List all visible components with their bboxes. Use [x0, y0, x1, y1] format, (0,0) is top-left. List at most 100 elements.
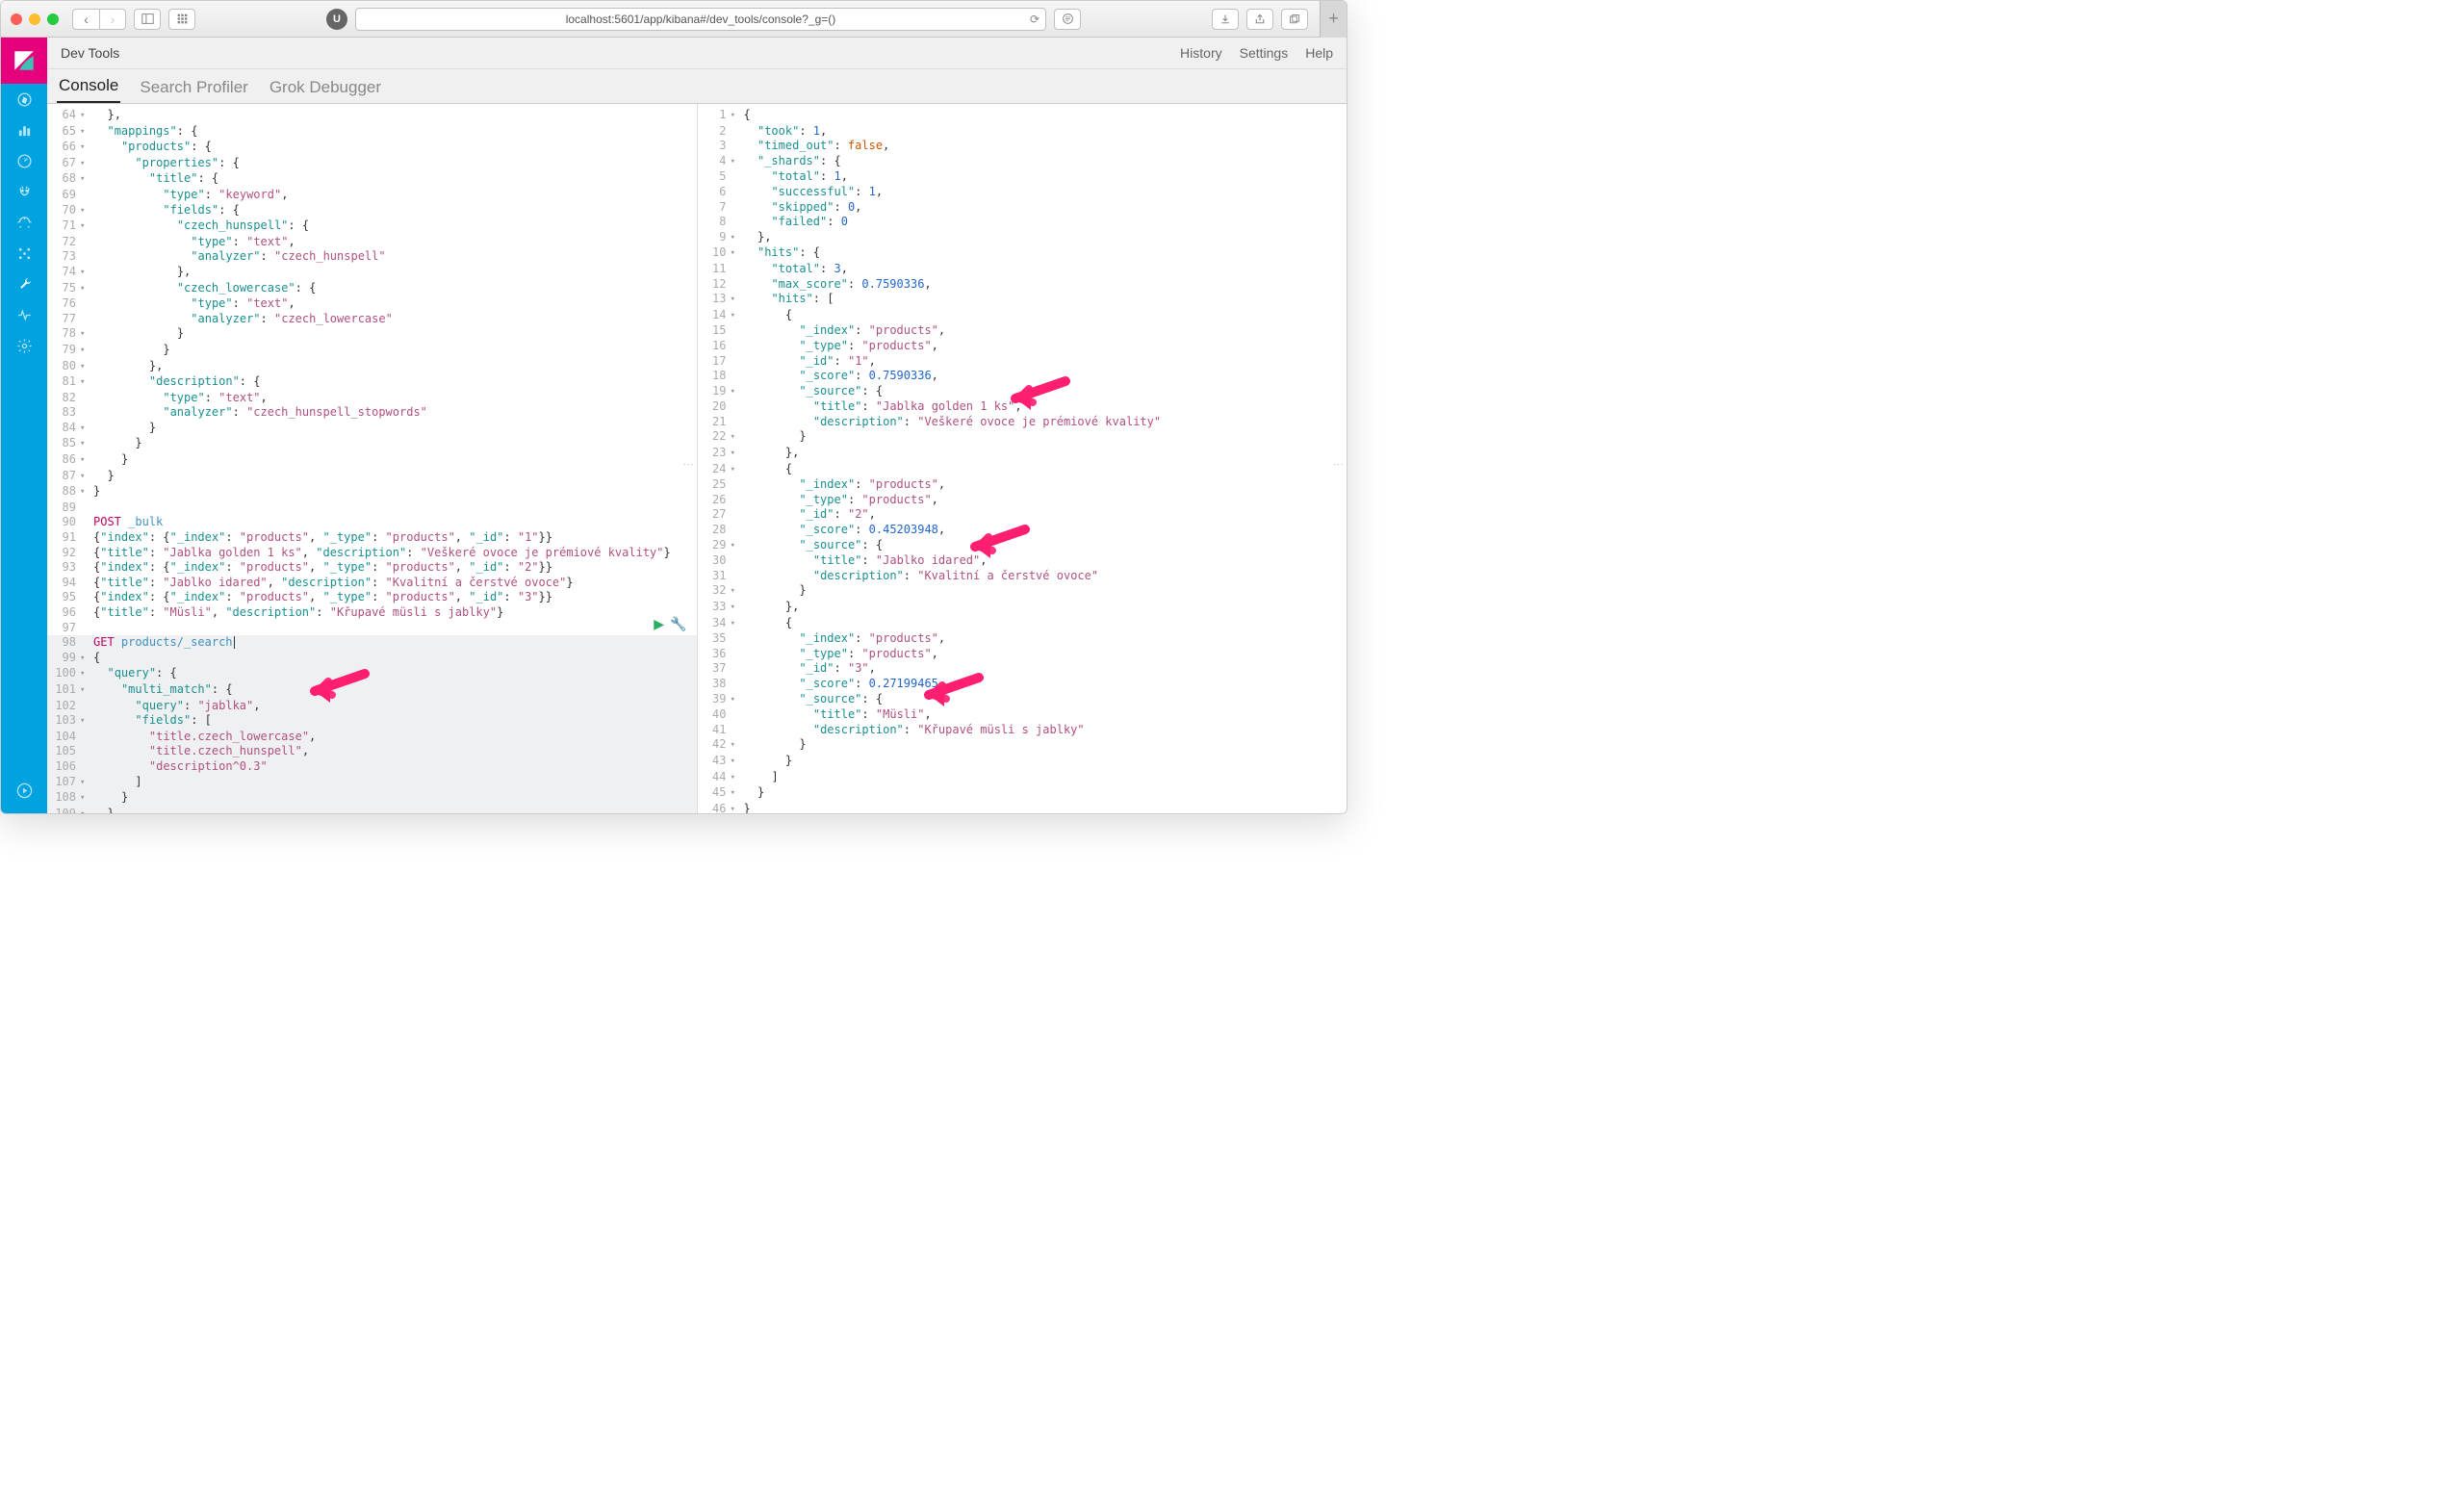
code-line[interactable]: 84▾ }: [47, 421, 697, 437]
code-line[interactable]: 89: [47, 500, 697, 516]
code-line[interactable]: 15 "_index": "products",: [698, 323, 1348, 339]
code-line[interactable]: 29▾ "_source": {: [698, 538, 1348, 554]
code-line[interactable]: 6 "successful": 1,: [698, 185, 1348, 200]
code-line[interactable]: 2 "took": 1,: [698, 124, 1348, 140]
sidebar-toggle-button[interactable]: [134, 9, 161, 30]
apm-icon[interactable]: [1, 207, 47, 238]
code-line[interactable]: 44▾ ]: [698, 770, 1348, 786]
maximize-window-button[interactable]: [47, 13, 59, 25]
play-icon[interactable]: ▶: [654, 616, 664, 632]
code-line[interactable]: 87▾ }: [47, 469, 697, 485]
downloads-button[interactable]: [1212, 9, 1239, 30]
code-line[interactable]: 70▾ "fields": {: [47, 203, 697, 219]
code-line[interactable]: 30 "title": "Jablko idared",: [698, 553, 1348, 569]
visualize-icon[interactable]: [1, 115, 47, 145]
code-line[interactable]: 76 "type": "text",: [47, 296, 697, 312]
code-line[interactable]: 31 "description": "Kvalitní a čerstvé ov…: [698, 569, 1348, 584]
code-line[interactable]: 4▾ "_shards": {: [698, 154, 1348, 170]
code-line[interactable]: 16 "_type": "products",: [698, 339, 1348, 354]
code-line[interactable]: 45▾ }: [698, 785, 1348, 802]
code-line[interactable]: 35 "_index": "products",: [698, 631, 1348, 647]
code-line[interactable]: 26 "_type": "products",: [698, 493, 1348, 508]
minimize-window-button[interactable]: [29, 13, 40, 25]
discover-icon[interactable]: [1, 84, 47, 115]
code-line[interactable]: 36 "_type": "products",: [698, 647, 1348, 662]
code-line[interactable]: 94{"title": "Jablko idared", "descriptio…: [47, 576, 697, 591]
tab-search-profiler[interactable]: Search Profiler: [138, 70, 249, 103]
code-line[interactable]: 103▾ "fields": [: [47, 713, 697, 730]
code-line[interactable]: 105 "title.czech_hunspell",: [47, 744, 697, 759]
tabs-button[interactable]: [1281, 9, 1308, 30]
code-line[interactable]: 10▾ "hits": {: [698, 245, 1348, 262]
code-line[interactable]: 46▾}: [698, 802, 1348, 813]
code-line[interactable]: 64▾ },: [47, 108, 697, 124]
code-line[interactable]: 24▾ {: [698, 462, 1348, 478]
code-line[interactable]: 96{"title": "Müsli", "description": "Křu…: [47, 605, 697, 621]
code-line[interactable]: 41 "description": "Křupavé müsli s jablk…: [698, 723, 1348, 738]
code-line[interactable]: 77 "analyzer": "czech_lowercase": [47, 312, 697, 327]
code-line[interactable]: 78▾ }: [47, 326, 697, 343]
extension-badge[interactable]: U: [326, 9, 347, 30]
address-bar[interactable]: localhost:5601/app/kibana#/dev_tools/con…: [355, 8, 1046, 31]
request-editor[interactable]: 64▾ },65▾ "mappings": {66▾ "products": {…: [47, 104, 697, 813]
code-line[interactable]: 22▾ }: [698, 429, 1348, 446]
code-line[interactable]: 88▾}: [47, 484, 697, 500]
back-button[interactable]: ‹: [72, 9, 99, 30]
code-line[interactable]: 98GET products/_search: [47, 635, 697, 651]
code-line[interactable]: 20 "title": "Jablka golden 1 ks",: [698, 399, 1348, 415]
code-line[interactable]: 12 "max_score": 0.7590336,: [698, 277, 1348, 293]
code-line[interactable]: 93{"index": {"_index": "products", "_typ…: [47, 560, 697, 576]
collapse-icon[interactable]: [1, 775, 47, 806]
management-icon[interactable]: [1, 330, 47, 361]
code-line[interactable]: 99▾{: [47, 651, 697, 667]
code-line[interactable]: 11 "total": 3,: [698, 262, 1348, 277]
code-line[interactable]: 32▾ }: [698, 583, 1348, 600]
code-line[interactable]: 73 "analyzer": "czech_hunspell": [47, 249, 697, 265]
code-line[interactable]: 68▾ "title": {: [47, 171, 697, 188]
code-line[interactable]: 42▾ }: [698, 737, 1348, 754]
code-line[interactable]: 66▾ "products": {: [47, 140, 697, 156]
code-line[interactable]: 40 "title": "Müsli",: [698, 707, 1348, 723]
code-line[interactable]: 37 "_id": "3",: [698, 661, 1348, 677]
code-line[interactable]: 34▾ {: [698, 616, 1348, 632]
drag-handle[interactable]: ⋮: [682, 459, 695, 470]
code-line[interactable]: 39▾ "_source": {: [698, 692, 1348, 708]
code-line[interactable]: 85▾ }: [47, 436, 697, 452]
monitoring-icon[interactable]: [1, 299, 47, 330]
help-link[interactable]: Help: [1305, 45, 1333, 61]
code-line[interactable]: 102 "query": "jablka",: [47, 699, 697, 714]
code-line[interactable]: 23▾ },: [698, 446, 1348, 462]
code-line[interactable]: 83 "analyzer": "czech_hunspell_stopwords…: [47, 405, 697, 421]
code-line[interactable]: 8 "failed": 0: [698, 215, 1348, 230]
code-line[interactable]: 90POST _bulk: [47, 515, 697, 530]
kibana-logo[interactable]: [1, 38, 47, 84]
code-line[interactable]: 65▾ "mappings": {: [47, 124, 697, 141]
wrench-icon[interactable]: 🔧: [670, 616, 686, 632]
code-line[interactable]: 43▾ }: [698, 754, 1348, 770]
forward-button[interactable]: ›: [99, 9, 126, 30]
code-line[interactable]: 28 "_score": 0.45203948,: [698, 523, 1348, 538]
code-line[interactable]: 74▾ },: [47, 265, 697, 281]
code-line[interactable]: 13▾ "hits": [: [698, 292, 1348, 308]
code-line[interactable]: 97: [47, 621, 697, 636]
code-line[interactable]: 38 "_score": 0.27199465,: [698, 677, 1348, 692]
code-line[interactable]: 92{"title": "Jablka golden 1 ks", "descr…: [47, 546, 697, 561]
code-line[interactable]: 3 "timed_out": false,: [698, 139, 1348, 154]
code-line[interactable]: 91{"index": {"_index": "products", "_typ…: [47, 530, 697, 546]
code-line[interactable]: 108▾ }: [47, 790, 697, 807]
code-line[interactable]: 5 "total": 1,: [698, 169, 1348, 185]
code-line[interactable]: 106 "description^0.3": [47, 759, 697, 775]
settings-link[interactable]: Settings: [1240, 45, 1289, 61]
code-line[interactable]: 17 "_id": "1",: [698, 354, 1348, 370]
history-link[interactable]: History: [1180, 45, 1222, 61]
devtools-icon[interactable]: [1, 269, 47, 299]
code-line[interactable]: 25 "_index": "products",: [698, 477, 1348, 493]
code-line[interactable]: 14▾ {: [698, 308, 1348, 324]
drag-handle[interactable]: ⋮: [1332, 459, 1345, 470]
code-line[interactable]: 18 "_score": 0.7590336,: [698, 369, 1348, 384]
code-line[interactable]: 100▾ "query": {: [47, 666, 697, 682]
code-line[interactable]: 86▾ }: [47, 452, 697, 469]
reader-button[interactable]: [1054, 9, 1081, 30]
code-line[interactable]: 33▾ },: [698, 600, 1348, 616]
code-line[interactable]: 101▾ "multi_match": {: [47, 682, 697, 699]
